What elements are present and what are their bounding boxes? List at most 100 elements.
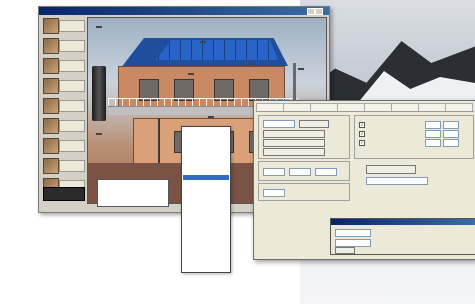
sidebar-item-label: [59, 20, 85, 32]
dropdown-list[interactable]: [181, 126, 231, 273]
house-thumb-icon: [43, 138, 59, 154]
sidebar-item-label: [59, 80, 85, 92]
dropdown-item[interactable]: [183, 228, 229, 233]
dropdown-item[interactable]: [183, 146, 229, 151]
main-title-bar[interactable]: [39, 7, 329, 15]
ok-button[interactable]: [335, 247, 355, 254]
sidebar-item[interactable]: [41, 17, 85, 34]
dropdown-item[interactable]: [183, 245, 229, 250]
close-button[interactable]: [315, 8, 323, 15]
sidebar-item-label: [59, 160, 85, 172]
dropdown-button[interactable]: [366, 165, 416, 174]
sidebar-item-label: [59, 60, 85, 72]
house-thumb-icon: [43, 118, 59, 134]
scene-label: [200, 41, 206, 43]
sidebar-item[interactable]: [41, 37, 85, 54]
dropdown-item[interactable]: [183, 187, 229, 192]
sub-dialog: [330, 218, 475, 255]
input-field[interactable]: [335, 229, 371, 237]
sidebar: [41, 17, 85, 207]
sidebar-item-label: [59, 100, 85, 112]
sub-dialog-title-bar[interactable]: [331, 219, 475, 225]
scene-label: [208, 116, 214, 118]
storage-cylinder[interactable]: [92, 66, 106, 121]
dropdown-item[interactable]: [183, 257, 229, 262]
right-group: ✓ ✓ ✓: [354, 115, 474, 159]
input-field[interactable]: [335, 239, 371, 247]
pipe: [158, 118, 160, 163]
scene-label: [298, 68, 304, 70]
scene-label: [96, 26, 102, 28]
settings-dialog: ✓ ✓ ✓: [253, 100, 475, 260]
input-field[interactable]: [263, 168, 285, 176]
input-field[interactable]: [425, 130, 441, 138]
input-field[interactable]: [263, 120, 295, 128]
dropdown-item[interactable]: [183, 233, 229, 238]
scene-label: [248, 63, 254, 65]
left-group: [258, 115, 350, 159]
dropdown-item[interactable]: [183, 222, 229, 227]
input-field[interactable]: [425, 121, 441, 129]
dialog-tab[interactable]: [445, 103, 473, 111]
dropdown-item[interactable]: [183, 251, 229, 256]
checkbox[interactable]: ✓: [359, 140, 365, 146]
input-field[interactable]: [443, 130, 459, 138]
action-button[interactable]: [263, 130, 325, 138]
dropdown-item[interactable]: [183, 181, 229, 186]
dropdown-item[interactable]: [183, 158, 229, 163]
dialog-tab[interactable]: [364, 103, 392, 111]
sidebar-item[interactable]: [41, 117, 85, 134]
dropdown-item[interactable]: [183, 216, 229, 221]
dialog-tab[interactable]: [256, 103, 284, 111]
sidebar-item-label: [59, 140, 85, 152]
checkbox[interactable]: ✓: [359, 131, 365, 137]
sidebar-item[interactable]: [41, 57, 85, 74]
house-thumb-icon: [43, 38, 59, 54]
dialog-tab[interactable]: [310, 103, 338, 111]
dropdown-item[interactable]: [183, 135, 229, 140]
house-thumb-icon: [43, 58, 59, 74]
input-field[interactable]: [289, 168, 311, 176]
dropdown-item[interactable]: [183, 210, 229, 215]
action-button[interactable]: [263, 148, 325, 156]
sidebar-item[interactable]: [41, 97, 85, 114]
house-thumb-icon: [43, 18, 59, 34]
dropdown-item[interactable]: [183, 204, 229, 209]
left-group-2: [258, 161, 350, 181]
dropdown-item[interactable]: [183, 175, 229, 181]
action-button[interactable]: [299, 120, 329, 128]
input-field[interactable]: [263, 189, 285, 197]
scene-label: [96, 133, 102, 135]
scene-label: [188, 73, 194, 75]
dropdown-item[interactable]: [183, 141, 229, 146]
sidebar-item[interactable]: [41, 157, 85, 174]
action-button[interactable]: [263, 139, 325, 147]
info-box: [97, 179, 169, 207]
sidebar-item[interactable]: [41, 77, 85, 94]
dialog-tab[interactable]: [418, 103, 446, 111]
dropdown-item[interactable]: [183, 199, 229, 204]
dropdown-item[interactable]: [183, 164, 229, 169]
tab-strip: [256, 103, 474, 112]
dropdown-item[interactable]: [183, 239, 229, 244]
input-field[interactable]: [366, 177, 428, 185]
dropdown-item[interactable]: [183, 152, 229, 157]
sidebar-item[interactable]: [41, 137, 85, 154]
dropdown-item[interactable]: [183, 193, 229, 198]
dialog-tab[interactable]: [283, 103, 311, 111]
input-field[interactable]: [315, 168, 337, 176]
input-field[interactable]: [443, 139, 459, 147]
dialog-tab[interactable]: [337, 103, 365, 111]
input-field[interactable]: [443, 121, 459, 129]
sidebar-item-label: [59, 120, 85, 132]
input-field[interactable]: [425, 139, 441, 147]
minimize-button[interactable]: [307, 8, 315, 15]
sidebar-item-label: [59, 40, 85, 52]
checkbox[interactable]: ✓: [359, 122, 365, 128]
logo-badge[interactable]: [43, 187, 85, 201]
dropdown-item[interactable]: [183, 170, 229, 175]
dialog-tab[interactable]: [391, 103, 419, 111]
dropdown-item[interactable]: [183, 262, 229, 267]
house-thumb-icon: [43, 78, 59, 94]
dropdown-item[interactable]: [183, 129, 229, 134]
